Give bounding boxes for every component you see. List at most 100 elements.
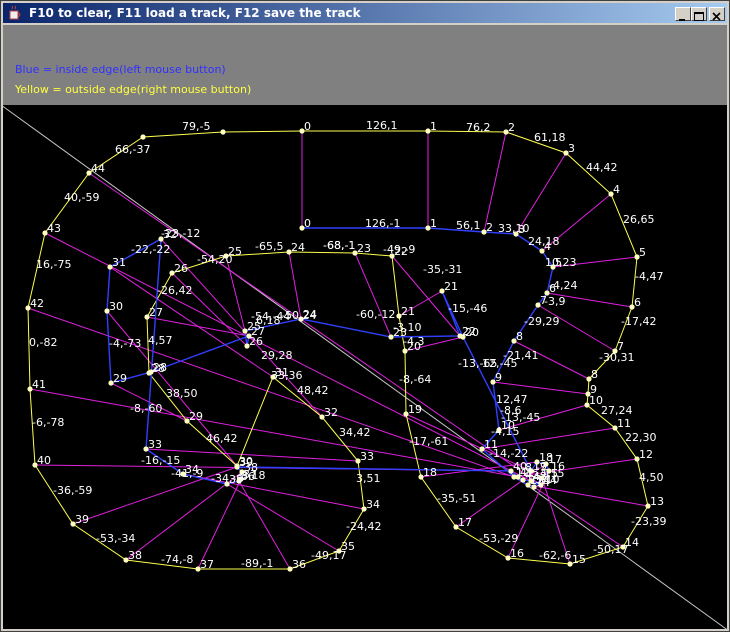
outside-segment-label: -26,42: [157, 284, 192, 297]
inside-segment-label: -23,-12: [161, 227, 200, 240]
outside-segment-label: -6,-78: [32, 416, 64, 429]
inside-point-index: 33: [148, 438, 162, 451]
inside-segment-label: -3,10: [393, 321, 421, 334]
outside-point-index: 17: [458, 516, 472, 529]
track-spoke: [225, 255, 246, 332]
outside-edge-node: [140, 134, 146, 140]
inside-segment-label: 10,23: [545, 256, 577, 269]
outside-point-index: 2: [508, 121, 515, 134]
inside-point-index: 31: [112, 256, 126, 269]
outside-segment-label: -89,-1: [241, 557, 273, 570]
info-panel: Blue = inside edge(left mouse button) Ye…: [3, 25, 727, 105]
outside-segment-label: 44,42: [586, 161, 618, 174]
close-button[interactable]: [709, 7, 725, 21]
outside-segment-label: -4,47: [635, 270, 663, 283]
outside-point-index: 1: [430, 120, 437, 133]
track-spoke: [537, 304, 616, 352]
outside-segment-label: 22,30: [625, 431, 657, 444]
inside-point-index: 39: [239, 456, 253, 469]
inside-segment-label: 56,1: [456, 219, 481, 232]
inside-point-index: 8: [516, 330, 523, 343]
inside-segment-label: -29,29: [524, 315, 559, 328]
outside-segment-label: -35,-51: [437, 492, 476, 505]
track-editor-canvas[interactable]: 0 1 2 3 4 5 6 7 8 9 10 11 12 13 14 15 16 17 18 19 20 21 22 23 24…: [3, 105, 727, 629]
minimize-button[interactable]: [675, 7, 691, 21]
outside-segment-label: -35,-31: [423, 263, 462, 276]
outside-segment-label: -65,5: [255, 240, 283, 253]
track-spoke: [354, 252, 392, 338]
outside-point-index: 19: [408, 403, 422, 416]
maximize-button[interactable]: [691, 7, 707, 21]
inside-segment-label: -3,9: [544, 295, 565, 308]
outside-segment-label: -36,-59: [53, 484, 92, 497]
inside-segment-label: -4,15: [491, 425, 519, 438]
java-cup-icon: [9, 5, 21, 20]
inside-point-index: 1: [430, 217, 437, 230]
track-spoke: [226, 483, 340, 552]
close-icon: [712, 12, 721, 21]
outside-segment-label: -62,-6: [539, 549, 571, 562]
inside-segment-label: -4,-73: [109, 337, 141, 350]
inside-point-index: 30: [109, 300, 123, 313]
track-spoke: [29, 388, 519, 478]
inside-segment-label: 33,36: [271, 369, 303, 382]
outside-segment-label: -17,42: [621, 315, 656, 328]
outside-point-index: 38: [128, 549, 142, 562]
outside-point-index: 8: [591, 368, 598, 381]
outside-segment-label: -8,-64: [399, 373, 431, 386]
inside-segment-label: 4,15: [540, 467, 565, 480]
outside-point-index: 44: [91, 162, 105, 175]
outside-segment-label: 4,50: [639, 471, 664, 484]
inside-segment-label: 126,-1: [365, 217, 400, 230]
outside-point-index: 39: [75, 513, 89, 526]
outside-point-index: 40: [37, 454, 51, 467]
outside-segment-label: -53,-29: [479, 532, 518, 545]
track-drawing[interactable]: 0 1 23456789101112131415161718192021222324…: [3, 105, 727, 629]
outside-point-index: 3: [568, 142, 575, 155]
inside-point-index: 2: [486, 221, 493, 234]
outside-segment-label: -17,-61: [409, 435, 448, 448]
inside-segment-label: -60,-12: [356, 308, 395, 321]
inside-segment-label: -22,-22: [131, 243, 170, 256]
outside-point-index: 37: [200, 558, 214, 571]
outside-edge-node: [220, 129, 226, 135]
outside-segment-label: -49,-9: [383, 243, 415, 256]
title-bar[interactable]: F10 to clear, F11 load a track, F12 save…: [3, 3, 727, 23]
inside-point-index: 29: [113, 372, 127, 385]
outside-point-index: 12: [639, 448, 653, 461]
inside-point-index: 21: [444, 280, 458, 293]
inside-segment-label: -4,24: [549, 279, 577, 292]
outside-point-index: 29: [189, 410, 203, 423]
inside-segment-label: 33,10: [498, 222, 530, 235]
inside-segment-label: -14,-22: [489, 447, 528, 460]
window-title: F10 to clear, F11 load a track, F12 save…: [29, 6, 361, 20]
outside-segment-label: -24,42: [346, 520, 381, 533]
outside-edge-line: [27, 130, 649, 570]
outside-segment-label: -54,20: [197, 253, 232, 266]
outside-point-index: 36: [292, 558, 306, 571]
outside-segment-label: 40,-59: [64, 191, 99, 204]
outside-segment-label: -15,-46: [448, 302, 487, 315]
outside-point-index: 18: [423, 466, 437, 479]
outside-point-index: 13: [650, 495, 664, 508]
outside-point-index: 24: [291, 241, 305, 254]
outside-point-index: 0: [304, 120, 311, 133]
outside-point-index: 41: [32, 378, 46, 391]
outside-segment-label: 3,51: [356, 472, 381, 485]
outside-segment-label: -50,17: [593, 543, 628, 556]
inside-segment-label: -4,3: [403, 335, 424, 348]
maximize-icon: [694, 12, 704, 21]
app-window: F10 to clear, F11 load a track, F12 save…: [0, 0, 730, 632]
inside-segment-label: 29,28: [261, 349, 293, 362]
outside-point-index: 27: [149, 306, 163, 319]
outside-point-index: 26: [174, 262, 188, 275]
inside-segment-label: -8,-60: [130, 402, 162, 415]
inside-segment-label: 12,-45: [482, 357, 517, 370]
outside-segment-label: -74,-8: [161, 553, 193, 566]
inside-point-index: 9: [495, 371, 502, 384]
outside-segment-label: 126,1: [366, 119, 398, 132]
inside-segment-label: -68,-1: [323, 239, 355, 252]
outside-point-index: 33: [360, 450, 374, 463]
inside-point-index: 0: [304, 217, 311, 230]
outside-segment-label: 27,24: [601, 404, 633, 417]
